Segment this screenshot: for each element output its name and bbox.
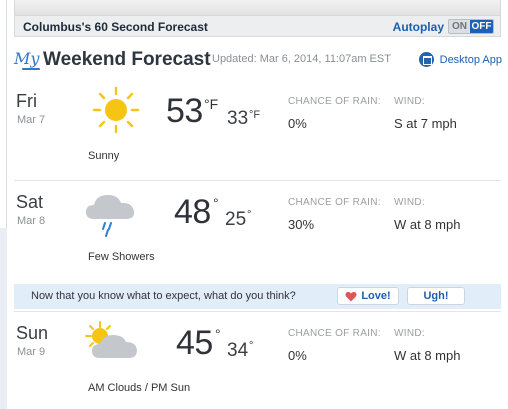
day-date: Mar 7 — [17, 114, 46, 126]
feedback-bar: Now that you know what to expect, what d… — [14, 284, 501, 309]
forecast-row-fri: Fri Mar 7 Sunny 53 °F 33 °F CHANCE OF RA… — [14, 80, 501, 180]
rain-label: CHANCE OF RAIN: — [288, 197, 381, 208]
showers-icon — [80, 185, 140, 237]
high-temp: 48 — [174, 193, 211, 231]
updated-timestamp: Updated: Mar 6, 2014, 11:07am EST — [212, 53, 391, 65]
video-player-bottom[interactable] — [14, 0, 501, 15]
condition-text: Few Showers — [88, 251, 155, 263]
rain-value: 0% — [288, 348, 307, 363]
wind-value: S at 7 mph — [394, 116, 457, 131]
low-temp: 33 — [227, 108, 249, 129]
logo-underline — [22, 68, 40, 70]
page-side-strip — [0, 0, 7, 409]
high-temp: 53 — [166, 92, 203, 130]
heart-icon — [345, 291, 357, 301]
rain-value: 30% — [288, 217, 315, 232]
day-name: Sun — [16, 323, 49, 343]
love-label: Love! — [361, 290, 391, 302]
wind-value: W at 8 mph — [394, 217, 461, 232]
feedback-question: Now that you know what to expect, what d… — [31, 290, 296, 302]
day-date: Mar 9 — [17, 346, 46, 358]
ugh-button[interactable]: Ugh! — [407, 287, 465, 305]
low-temp: 34 — [227, 340, 249, 361]
toggle-off[interactable]: OFF — [470, 20, 493, 33]
wind-label: WIND: — [394, 197, 425, 208]
low-temp: 25 — [225, 209, 247, 230]
page-title: Weekend Forecast — [43, 49, 211, 70]
autoplay-label: Autoplay — [392, 20, 444, 34]
rain-label: CHANCE OF RAIN: — [288, 96, 381, 107]
my-logo: My — [14, 49, 40, 68]
desktop-app-icon — [418, 52, 434, 67]
low-temp-unit: ° — [247, 209, 252, 221]
desktop-app-link[interactable]: Desktop App — [418, 52, 502, 67]
video-bar: Columbus's 60 Second Forecast Autoplay O… — [14, 15, 501, 37]
toggle-on[interactable]: ON — [449, 20, 470, 33]
low-temp-unit: °F — [249, 109, 261, 121]
day-date: Mar 8 — [17, 215, 46, 227]
high-temp-unit: ° — [213, 195, 219, 211]
day-name: Fri — [16, 91, 37, 111]
day-name: Sat — [16, 192, 44, 212]
forecast-header: My Weekend Forecast Updated: Mar 6, 2014… — [14, 45, 502, 75]
condition-text: Sunny — [88, 150, 120, 162]
love-button[interactable]: Love! — [337, 287, 399, 305]
video-title[interactable]: Columbus's 60 Second Forecast — [23, 20, 208, 34]
high-temp-unit: °F — [204, 96, 219, 112]
low-temp-unit: ° — [249, 340, 254, 352]
forecast-row-sun: Sun Mar 9 AM Clouds / PM Sun 45 ° 34 ° C… — [14, 311, 501, 409]
condition-text: AM Clouds / PM Sun — [88, 382, 191, 394]
rain-value: 0% — [288, 116, 307, 131]
wind-label: WIND: — [394, 96, 425, 107]
sunny-icon — [80, 84, 140, 136]
side-tab — [0, 0, 7, 228]
autoplay-toggle[interactable]: ON OFF — [448, 19, 494, 34]
high-temp: 45 — [176, 324, 213, 362]
desktop-app-label: Desktop App — [439, 53, 502, 66]
ugh-label: Ugh! — [423, 290, 449, 302]
wind-label: WIND: — [394, 328, 425, 339]
forecast-row-sat: Sat Mar 8 Few Showers 48 ° 25 ° CHANCE O… — [14, 180, 501, 280]
high-temp-unit: ° — [215, 326, 221, 342]
rain-label: CHANCE OF RAIN: — [288, 328, 381, 339]
partly-cloudy-icon — [80, 316, 140, 368]
wind-value: W at 8 mph — [394, 348, 461, 363]
